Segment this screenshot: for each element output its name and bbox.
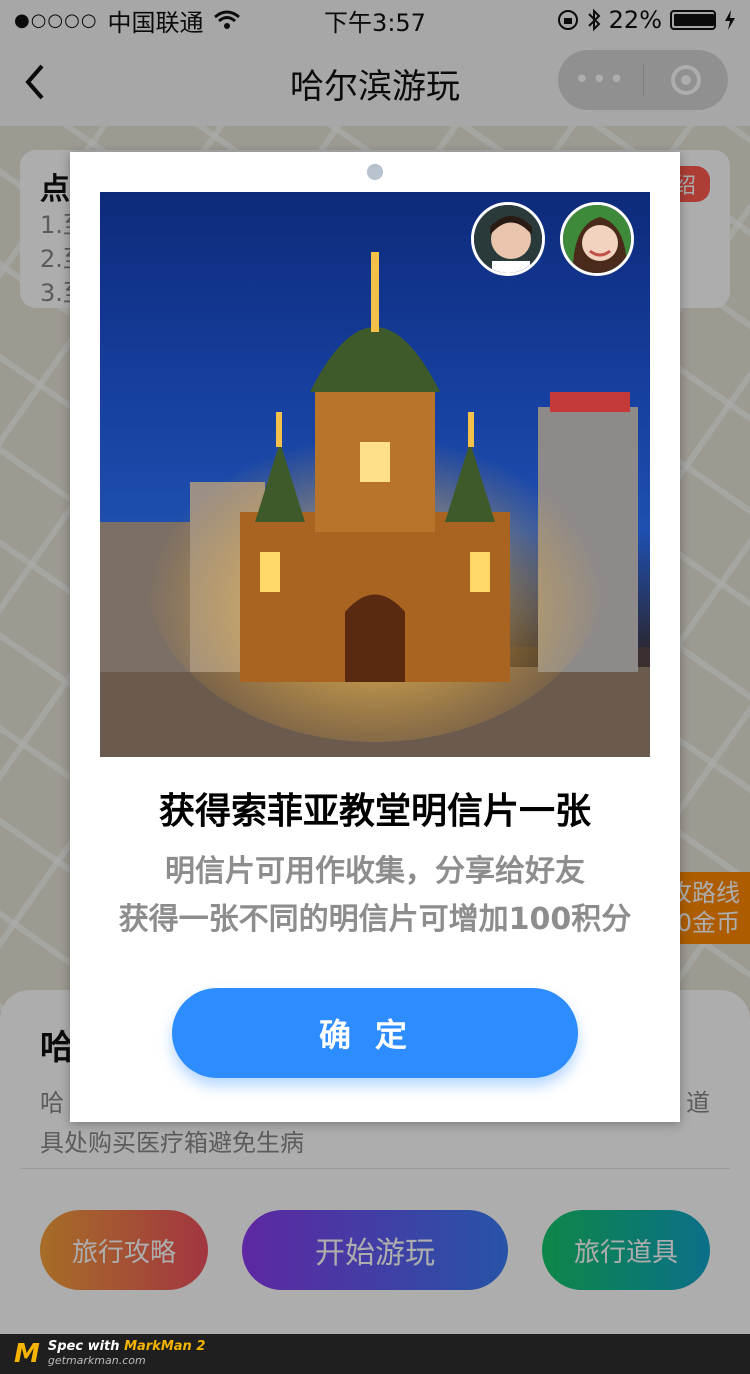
brand-url: getmarkman.com (47, 1354, 146, 1367)
friend-avatar[interactable] (471, 202, 545, 276)
postcard-photo (100, 192, 650, 757)
postcard-title: 获得索菲亚教堂明信片一张 (158, 791, 591, 832)
markman-footer: M Spec with MarkMan 2 getmarkman.com (0, 1334, 750, 1374)
postcard-modal: 获得索菲亚教堂明信片一张 明信片可用作收集，分享给好友 获得一张不同的明信片可增… (70, 152, 680, 1122)
friend-avatar[interactable] (560, 202, 634, 276)
brand-name: MarkMan 2 (124, 1339, 206, 1354)
cathedral-image (100, 252, 650, 757)
postcard-desc-line: 明信片可用作收集，分享给好友 (165, 854, 585, 889)
postcard-desc-line: 获得一张不同的明信片可增加100积分 (118, 902, 632, 937)
spec-text: Spec with (47, 1339, 120, 1354)
confirm-button[interactable]: 确定 (172, 988, 578, 1078)
markman-logo: M (14, 1339, 40, 1369)
pin-icon (367, 164, 383, 180)
postcard-description: 明信片可用作收集，分享给好友 获得一张不同的明信片可增加100积分 (70, 848, 680, 944)
